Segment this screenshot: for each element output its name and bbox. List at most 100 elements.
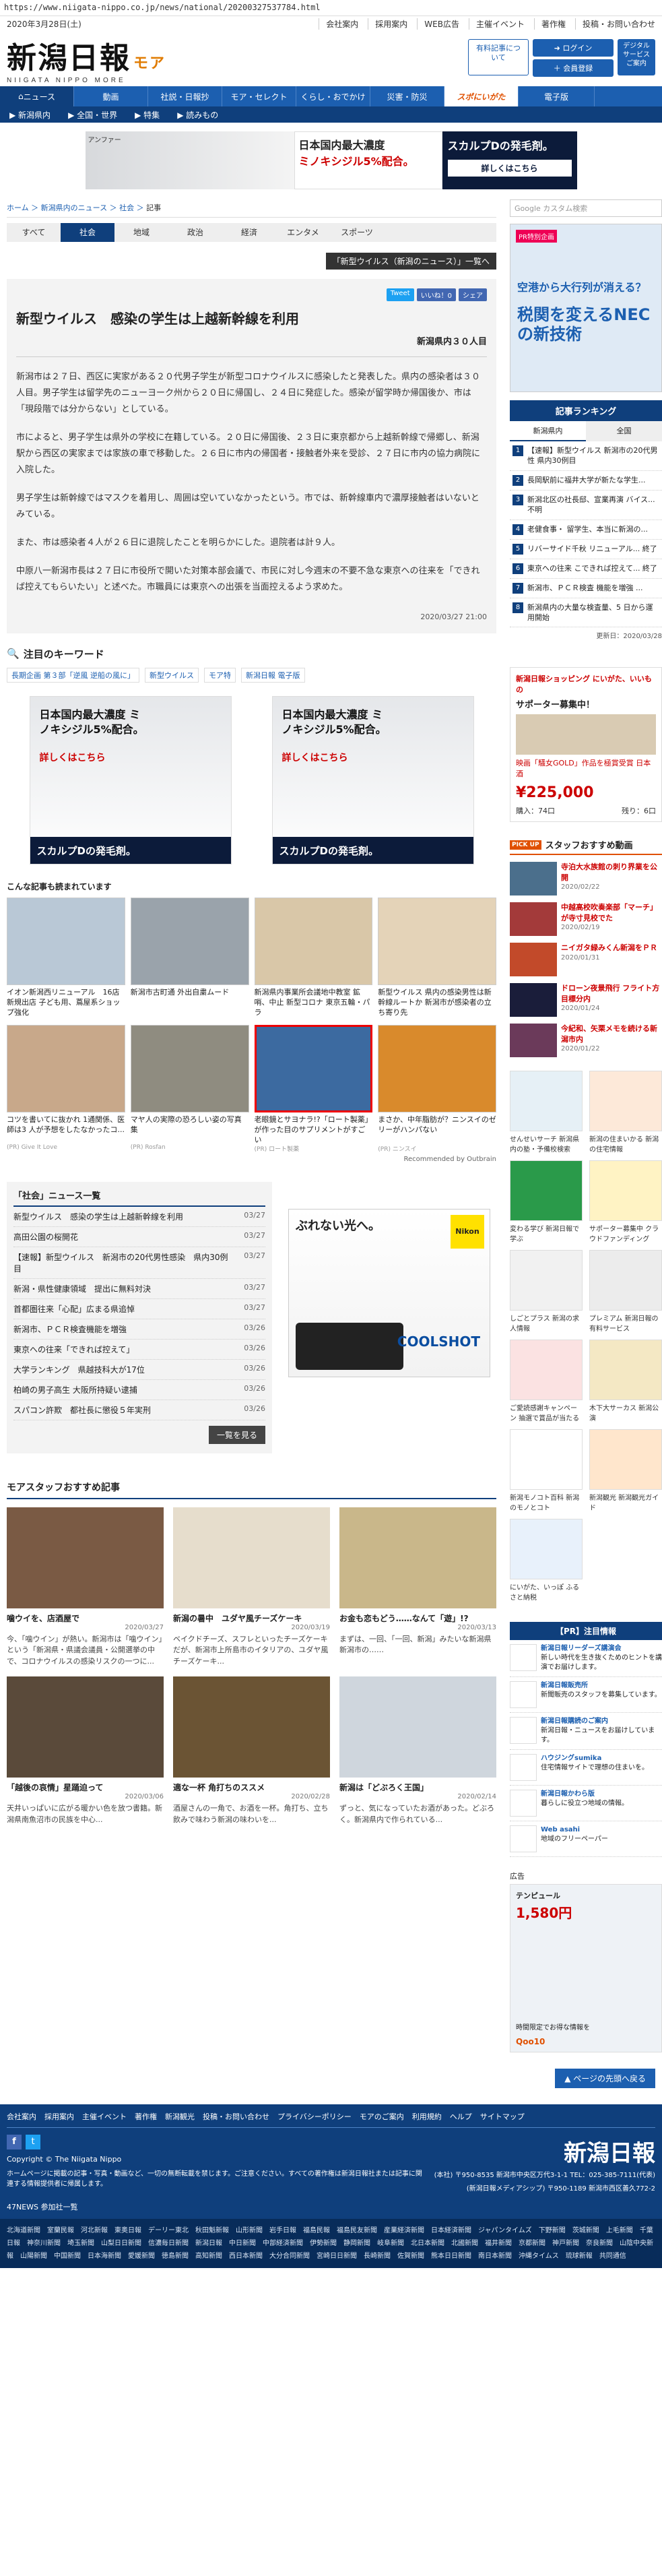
ranking-item[interactable]: 1 【速報】新型ウイルス 新潟市の20代男性 県内30例目	[510, 441, 662, 471]
sidebar-banner[interactable]: にいがた、いっぽ ふるさと納税	[510, 1519, 583, 1602]
subnav-national[interactable]: ▶ 全国・世界	[68, 109, 117, 121]
network-link[interactable]: 福井新聞	[485, 2240, 512, 2247]
ranking-item[interactable]: 5 リバーサイド千秋 リニューアル... 終了	[510, 540, 662, 559]
news-row[interactable]: 高田公園の桜開花 03/27	[13, 1227, 265, 1247]
network-link[interactable]: 高知新聞	[195, 2253, 222, 2260]
tab-sports[interactable]: スポーツ	[330, 223, 384, 242]
network-link[interactable]: 徳島新聞	[162, 2253, 189, 2260]
recommend-item[interactable]: マヤ人の実際の恐ろしい姿の写真集 (PR) Rosfan	[130, 1024, 249, 1153]
top-banner-ad[interactable]: アンファー 日本国内最大濃度 ミノキシジル5%配合。 スカルプDの発毛剤。 詳し…	[0, 129, 662, 191]
news47-link[interactable]: 47NEWS 参加社一覧	[7, 2201, 655, 2212]
pr-item[interactable]: 新潟日報販売所 新聞販売のスタッフを募集しています。	[510, 1677, 662, 1714]
ranking-item[interactable]: 7 新潟市、ＰＣＲ検査 機能を増強 ...	[510, 579, 662, 598]
nav-life[interactable]: くらし・おでかけ	[296, 86, 370, 106]
news-row[interactable]: 首都圏往来「心配」広まる県追悼 03/27	[13, 1299, 265, 1319]
network-link[interactable]: 熊本日日新聞	[431, 2253, 471, 2260]
staff-item[interactable]: お金も恋もどう……なんて「遊」!? 2020/03/13 まずは、一回、「一回、新潟…	[339, 1507, 496, 1668]
breadcrumb-society[interactable]: 社会	[119, 203, 134, 212]
news-row[interactable]: 東京への往来「できれば控えて」 03/26	[13, 1340, 265, 1360]
staff-pick-item[interactable]: 寺泊大水族館の刺り界業を公開 2020/02/22	[510, 862, 662, 896]
nav-video[interactable]: 動画	[74, 86, 148, 106]
footer-link[interactable]: 主催イベント	[82, 2111, 127, 2122]
recommend-item[interactable]: イオン新潟西リニューアル 16店新規出店 子ども用、蔦屋系ショップ強化	[7, 897, 125, 1017]
network-link[interactable]: 西日本新聞	[229, 2253, 263, 2260]
subnav-niigata[interactable]: ▶ 新潟県内	[9, 109, 51, 121]
staff-item[interactable]: 適な一杯 角打ちのススメ 2020/02/28 酒屋さんの一角で、お酒を一杯。角打ち…	[173, 1676, 330, 1825]
sidebar-banner[interactable]: ご愛読感謝キャンペーン 抽選で賞品が当たる	[510, 1340, 583, 1422]
staff-pick-item[interactable]: 今紀和、矢栗メモを続ける新潟市内 2020/01/22	[510, 1024, 662, 1058]
facebook-icon[interactable]: f	[7, 2135, 22, 2150]
news-row[interactable]: 【速報】新型ウイルス 新潟市の20代男性感染 県内30例目 03/27	[13, 1247, 265, 1279]
nav-news[interactable]: ⌂ ニュース	[0, 86, 74, 106]
mid-ad-left[interactable]: 日本国内最大濃度 ミノキシジル5%配合。 詳しくはこちら スカルプDの発毛剤。	[29, 695, 232, 865]
network-link[interactable]: 埼玉新聞	[67, 2240, 94, 2247]
news-row[interactable]: 柏崎の男子高生 大阪所持疑い逮捕 03/26	[13, 1380, 265, 1400]
network-link[interactable]: 室蘭民報	[47, 2227, 74, 2234]
network-link[interactable]: 中部経済新聞	[263, 2240, 303, 2247]
footer-link[interactable]: 採用案内	[44, 2111, 74, 2122]
network-link[interactable]: 秋田魁新報	[195, 2227, 229, 2234]
mid-ad-button[interactable]: 詳しくはこちら	[40, 751, 106, 764]
paid-article-button[interactable]: 有料記事について	[468, 39, 529, 75]
sidebar-banner[interactable]: しごとプラス 新潟の求人情報	[510, 1250, 583, 1333]
network-link[interactable]: 宮崎日日新聞	[317, 2253, 357, 2260]
nav-more-select[interactable]: モア・セレクト	[222, 86, 296, 106]
pr-item[interactable]: Web asahi 地域のフリーペーパー	[510, 1821, 662, 1858]
network-link[interactable]: 大分合同新聞	[269, 2253, 310, 2260]
network-link[interactable]: 福島民報	[303, 2227, 330, 2234]
register-button[interactable]: ＋ 会員登録	[533, 59, 614, 77]
breadcrumb-niigata[interactable]: 新潟県内のニュース	[41, 203, 107, 212]
network-link[interactable]: ジャパンタイムズ	[478, 2227, 532, 2234]
network-link[interactable]: 中国新聞	[54, 2253, 81, 2260]
tab-politics[interactable]: 政治	[168, 223, 222, 242]
network-link[interactable]: 岩手日報	[269, 2227, 296, 2234]
network-link[interactable]: 河北新報	[81, 2227, 108, 2234]
footer-logo[interactable]: 新潟日報	[434, 2135, 655, 2168]
network-link[interactable]: 長崎新聞	[364, 2253, 391, 2260]
network-link[interactable]: 新潟日報	[195, 2240, 222, 2247]
staff-item[interactable]: 噛ウイを、店酒屋で 2020/03/27 今、「噛ウイン」が熱い。新潟市は「噛ウイン…	[7, 1507, 164, 1668]
recommend-item[interactable]: 新潟市古町通 外出自粛ムード	[130, 897, 249, 1017]
nav-sports[interactable]: スポにいがた	[444, 86, 519, 106]
network-link[interactable]: 山陽新聞	[20, 2253, 47, 2260]
sidebar-ad-nec[interactable]: PR特別企画 空港から大行列が消える？ 税関を変えるNECの新技術	[510, 224, 662, 392]
network-link[interactable]: 奈良新聞	[586, 2240, 613, 2247]
network-link[interactable]: 茨城新聞	[572, 2227, 599, 2234]
network-link[interactable]: 北海道新聞	[7, 2227, 40, 2234]
news-more-button[interactable]: 一覧を見る	[208, 1425, 265, 1444]
tempur-ad[interactable]: テンピュール 1,580円 時間限定でお得な情報を Qoo10	[510, 1884, 662, 2053]
keyword-item[interactable]: 新型ウイルス	[145, 667, 199, 683]
top-link-webad[interactable]: WEB広告	[417, 18, 459, 30]
recommend-item[interactable]: 新潟県内事業所会議地中教室 鉱哨、中止 新型コロナ 東京五輪・パラ	[254, 897, 373, 1017]
network-link[interactable]: 北國新聞	[451, 2240, 478, 2247]
ranking-item[interactable]: 8 新潟県内の大量な検査量、5 日から運用開始	[510, 598, 662, 628]
like-button[interactable]: いいね！0	[416, 288, 456, 301]
news-row[interactable]: 新型ウイルス 感染の学生は上越新幹線を利用 03/27	[13, 1207, 265, 1227]
staff-pick-item[interactable]: ニイガタ緑みくん新潟をＰＲ 2020/01/31	[510, 943, 662, 977]
network-link[interactable]: 中日新聞	[229, 2240, 256, 2247]
nav-disaster[interactable]: 災害・防災	[370, 86, 444, 106]
ranking-item[interactable]: 4 老健食事・ 留学生、本当に新潟の...	[510, 520, 662, 540]
network-link[interactable]: 神戸新聞	[552, 2240, 579, 2247]
staff-item[interactable]: 新潟は「どぶろく王国」 2020/02/14 ずっと、気になっていたお酒があった。ど…	[339, 1676, 496, 1825]
network-link[interactable]: 日本経済新聞	[431, 2227, 471, 2234]
nav-editorial[interactable]: 社説・日報抄	[148, 86, 222, 106]
news-row[interactable]: スパコン許欺 都社長に懲役５年実刑 03/26	[13, 1400, 265, 1420]
staff-item[interactable]: 新潟の暑中 ユダヤ風チーズケーキ 2020/03/19 ベイクドチーズ、スフレといっ…	[173, 1507, 330, 1668]
network-link[interactable]: 上毛新聞	[606, 2227, 633, 2234]
keyword-item[interactable]: モア特	[204, 667, 236, 683]
digital-service-button[interactable]: デジタルサービスご案内	[618, 39, 655, 75]
footer-link[interactable]: サイトマップ	[480, 2111, 525, 2122]
ranking-tab-national[interactable]: 全国	[586, 421, 662, 441]
footer-link[interactable]: モアのご案内	[360, 2111, 404, 2122]
network-link[interactable]: 東奥日報	[114, 2227, 141, 2234]
breadcrumb-home[interactable]: ホーム	[7, 203, 29, 212]
mid-ad-right[interactable]: 日本国内最大濃度 ミノキシジル5%配合。 詳しくはこちら スカルプDの発毛剤。	[271, 695, 474, 865]
ranking-item[interactable]: 3 新潟北区の社長邸、宣業再演 バイス... 不明	[510, 491, 662, 520]
recommend-item[interactable]: 新型ウイルス 県内の感染男性は新幹線ルートか 新潟市が感染者の立ち寄り先	[378, 897, 496, 1017]
footer-link[interactable]: 投稿・お問い合わせ	[203, 2111, 269, 2122]
sidebar-banner[interactable]: 新潟の住まいかる 新潟の住宅情報	[589, 1071, 662, 1154]
login-button[interactable]: ➜ ログイン	[533, 39, 614, 57]
shopping-box[interactable]: 新潟日報ショッピング にいがた、いいもの サポーター募集中！ 映画「騒女GOLD…	[510, 667, 662, 823]
network-link[interactable]: 山梨日日新聞	[101, 2240, 141, 2247]
